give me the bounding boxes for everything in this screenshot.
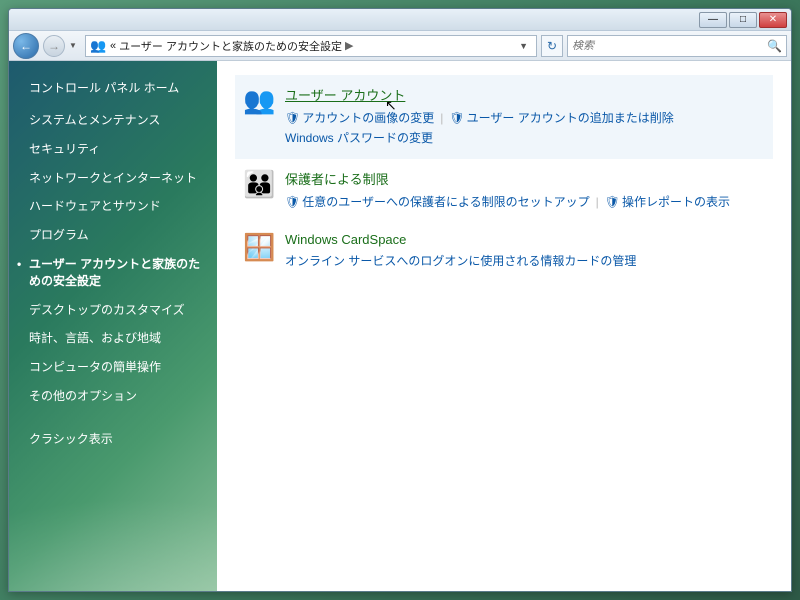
nav-history-dropdown[interactable]: ▼ bbox=[69, 41, 81, 50]
sidebar-item-8[interactable]: コンピュータの簡単操作 bbox=[9, 353, 217, 382]
category-links: オンライン サービスへのログオンに使用される情報カードの管理 bbox=[285, 251, 765, 271]
main-content: 👥ユーザー アカウント🛡アカウントの画像の変更|🛡ユーザー アカウントの追加また… bbox=[217, 61, 791, 591]
category-title-link[interactable]: Windows CardSpace bbox=[285, 232, 406, 247]
sidebar-classic-view[interactable]: クラシック表示 bbox=[9, 425, 217, 454]
breadcrumb-bar[interactable]: 👥 « ユーザー アカウントと家族のための安全設定 ▶ ▼ bbox=[85, 35, 537, 57]
category-card-1: 👪保護者による制限🛡任意のユーザーへの保護者による制限のセットアップ|🛡操作レポ… bbox=[235, 159, 773, 222]
breadcrumb-prefix: « bbox=[110, 40, 116, 52]
window-body: コントロール パネル ホーム システムとメンテナンスセキュリティネットワークとイ… bbox=[9, 61, 791, 591]
category-body: ユーザー アカウント🛡アカウントの画像の変更|🛡ユーザー アカウントの追加または… bbox=[285, 85, 765, 149]
close-button[interactable]: ✕ bbox=[759, 12, 787, 28]
category-body: Windows CardSpace オンライン サービスへのログオンに使用される情… bbox=[285, 232, 765, 271]
users-icon: 👥 bbox=[90, 38, 106, 54]
sidebar-item-1[interactable]: セキュリティ bbox=[9, 135, 217, 164]
sidebar-item-3[interactable]: ハードウェアとサウンド bbox=[9, 192, 217, 221]
breadcrumb-arrow-icon[interactable]: ▶ bbox=[345, 39, 353, 52]
refresh-button[interactable]: ↻ bbox=[541, 35, 563, 57]
category-card-2: 🪟 Windows CardSpace オンライン サービスへのログオンに使用される… bbox=[235, 222, 773, 281]
link-divider: | bbox=[440, 111, 443, 125]
task-link[interactable]: アカウントの画像の変更 bbox=[302, 111, 434, 125]
nav-forward-button[interactable]: → bbox=[43, 35, 65, 57]
sidebar-item-6[interactable]: デスクトップのカスタマイズ bbox=[9, 296, 217, 325]
task-link[interactable]: Windows パスワードの変更 bbox=[285, 131, 433, 145]
category-body: 保護者による制限🛡任意のユーザーへの保護者による制限のセットアップ|🛡操作レポー… bbox=[285, 169, 765, 212]
sidebar: コントロール パネル ホーム システムとメンテナンスセキュリティネットワークとイ… bbox=[9, 61, 217, 591]
shield-icon: 🛡 bbox=[605, 195, 620, 209]
control-panel-window: — □ ✕ ← → ▼ 👥 « ユーザー アカウントと家族のための安全設定 ▶ … bbox=[8, 8, 792, 592]
search-box[interactable]: 🔍 bbox=[567, 35, 787, 57]
sidebar-home-link[interactable]: コントロール パネル ホーム bbox=[9, 77, 217, 106]
category-links: 🛡アカウントの画像の変更|🛡ユーザー アカウントの追加または削除Windows … bbox=[285, 108, 765, 149]
category-title-link[interactable]: ユーザー アカウント bbox=[285, 85, 405, 104]
category-links: 🛡任意のユーザーへの保護者による制限のセットアップ|🛡操作レポートの表示 bbox=[285, 192, 765, 212]
sidebar-item-2[interactable]: ネットワークとインターネット bbox=[9, 164, 217, 193]
sidebar-item-5[interactable]: ユーザー アカウントと家族のための安全設定 bbox=[9, 250, 217, 296]
task-link[interactable]: 操作レポートの表示 bbox=[622, 195, 730, 209]
breadcrumb: « ユーザー アカウントと家族のための安全設定 ▶ bbox=[110, 38, 511, 54]
category-icon: 🪟 bbox=[243, 232, 275, 264]
sidebar-item-7[interactable]: 時計、言語、および地域 bbox=[9, 324, 217, 353]
sidebar-item-0[interactable]: システムとメンテナンス bbox=[9, 106, 217, 135]
task-link[interactable]: 任意のユーザーへの保護者による制限のセットアップ bbox=[302, 195, 589, 209]
search-input[interactable] bbox=[572, 40, 767, 52]
shield-icon: 🛡 bbox=[449, 111, 464, 125]
category-icon: 👪 bbox=[243, 169, 275, 201]
minimize-button[interactable]: — bbox=[699, 12, 727, 28]
maximize-button[interactable]: □ bbox=[729, 12, 757, 28]
shield-icon: 🛡 bbox=[285, 195, 300, 209]
titlebar: — □ ✕ bbox=[9, 9, 791, 31]
task-link[interactable]: ユーザー アカウントの追加または削除 bbox=[467, 111, 674, 125]
breadcrumb-dropdown[interactable]: ▼ bbox=[515, 41, 532, 51]
nav-back-button[interactable]: ← bbox=[13, 33, 39, 59]
link-divider: | bbox=[596, 195, 599, 209]
category-icon: 👥 bbox=[243, 85, 275, 117]
search-icon[interactable]: 🔍 bbox=[767, 39, 782, 53]
address-bar: ← → ▼ 👥 « ユーザー アカウントと家族のための安全設定 ▶ ▼ ↻ 🔍 bbox=[9, 31, 791, 61]
category-title-link[interactable]: 保護者による制限 bbox=[285, 169, 389, 188]
category-card-0: 👥ユーザー アカウント🛡アカウントの画像の変更|🛡ユーザー アカウントの追加また… bbox=[235, 75, 773, 159]
shield-icon: 🛡 bbox=[285, 111, 300, 125]
sidebar-item-9[interactable]: その他のオプション bbox=[9, 382, 217, 411]
breadcrumb-text[interactable]: ユーザー アカウントと家族のための安全設定 bbox=[119, 38, 342, 54]
sidebar-item-4[interactable]: プログラム bbox=[9, 221, 217, 250]
task-link[interactable]: オンライン サービスへのログオンに使用される情報カードの管理 bbox=[285, 254, 636, 268]
